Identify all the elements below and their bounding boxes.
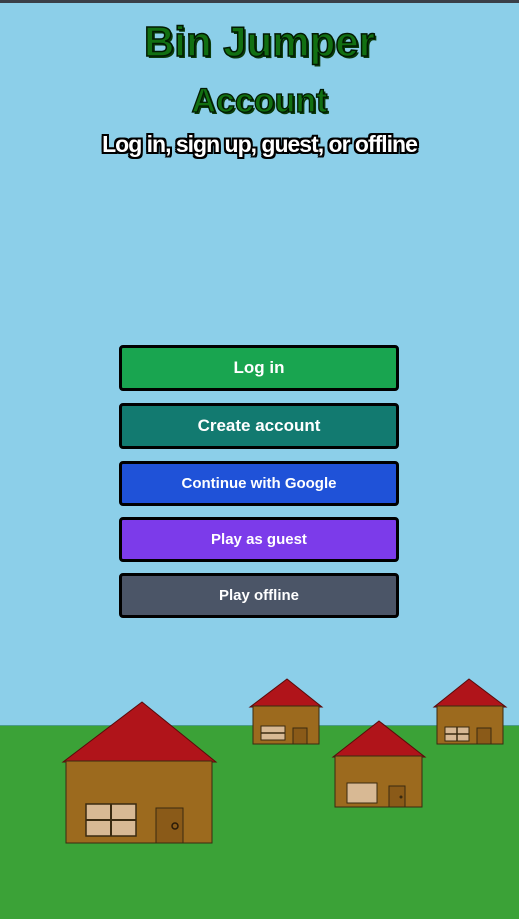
house-small-left — [248, 678, 324, 745]
tagline: Log in, sign up, guest, or offline — [102, 131, 418, 157]
screen-title: Account — [191, 81, 328, 120]
continue-with-google-button[interactable]: Continue with Google — [119, 461, 399, 506]
house-large — [61, 701, 218, 844]
house-center — [331, 720, 427, 808]
play-offline-button[interactable]: Play offline — [119, 573, 399, 618]
create-account-button[interactable]: Create account — [119, 403, 399, 449]
game-title: Bin Jumper — [143, 17, 376, 66]
house-right — [432, 678, 508, 745]
login-button[interactable]: Log in — [119, 345, 399, 391]
game-scene: Bin Jumper Account Log in, sign up, gues… — [0, 0, 519, 919]
play-as-guest-button[interactable]: Play as guest — [119, 517, 399, 562]
